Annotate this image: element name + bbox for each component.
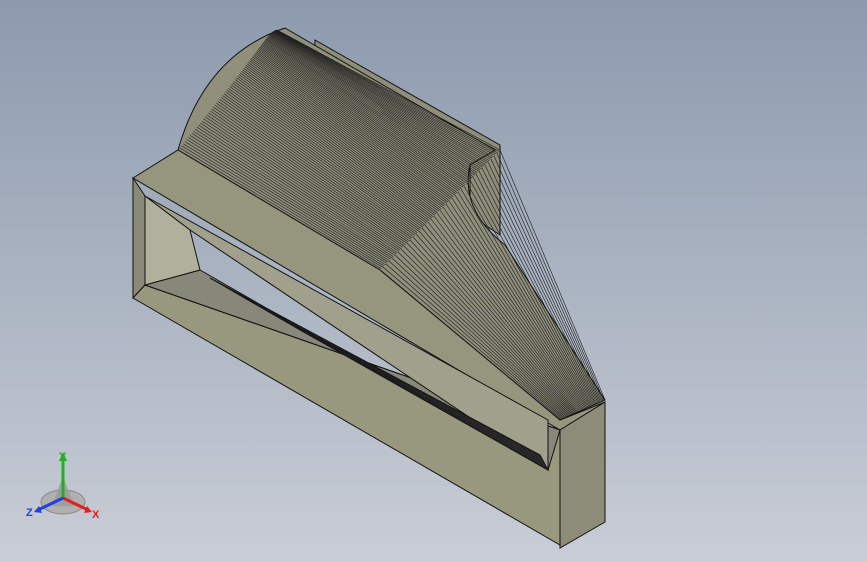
z-axis-label: Z — [26, 507, 33, 519]
y-axis-label: Y — [59, 451, 67, 463]
x-axis-label: X — [92, 509, 100, 521]
part-model[interactable] — [0, 0, 867, 562]
graphics-viewport[interactable]: Y X Z — [0, 0, 867, 562]
view-orientation-triad: Y X Z — [22, 448, 106, 524]
left-opening-frame — [132, 176, 146, 300]
